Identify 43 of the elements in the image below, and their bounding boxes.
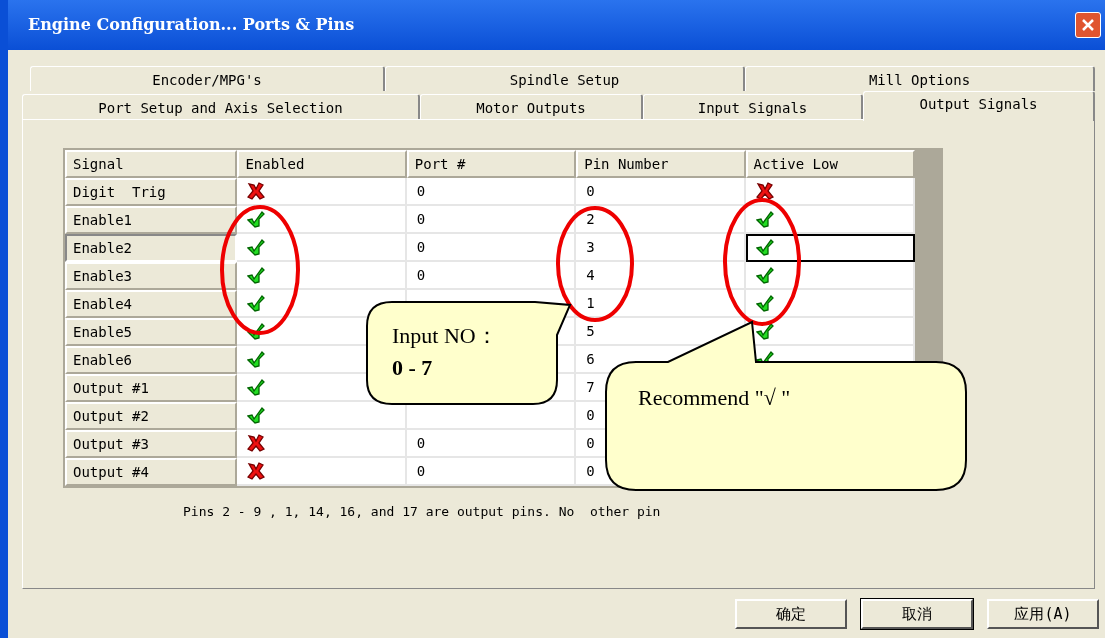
row-header[interactable]: Enable3: [65, 262, 238, 290]
tab[interactable]: Input Signals: [643, 94, 863, 119]
table-cell: 3: [576, 234, 746, 262]
table-cell: 0: [406, 234, 577, 262]
table-cell: 2: [576, 206, 746, 234]
row-header[interactable]: Enable2: [65, 234, 238, 262]
column-header[interactable]: Signal: [65, 150, 238, 178]
tab[interactable]: Port Setup and Axis Selection: [22, 94, 420, 119]
tab[interactable]: Spindle Setup: [385, 66, 745, 91]
row-header[interactable]: Output #4: [65, 458, 238, 486]
row-header[interactable]: Enable6: [65, 346, 238, 374]
table-cell: 0: [406, 206, 577, 234]
table-cell: 4: [576, 262, 746, 290]
tab[interactable]: Encoder/MPG's: [30, 66, 385, 91]
note-text: Pins 2 - 9 , 1, 14, 16, and 17 are output pins. No other pin: [183, 503, 662, 521]
tab[interactable]: Motor Outputs: [420, 94, 643, 119]
dialog-button[interactable]: 应用(A): [987, 599, 1099, 629]
tab[interactable]: Mill Options: [745, 66, 1095, 91]
row-header[interactable]: Enable5: [65, 318, 238, 346]
callout-text: 0 - 7: [392, 354, 434, 382]
row-header[interactable]: Digit Trig: [65, 178, 238, 206]
column-header[interactable]: Active Low: [745, 150, 915, 178]
row-header[interactable]: Output #3: [65, 430, 238, 458]
close-button[interactable]: [1075, 12, 1101, 38]
column-header[interactable]: Port #: [406, 150, 577, 178]
row-header[interactable]: Enable4: [65, 290, 238, 318]
table-cell: 0: [576, 178, 746, 206]
table-cell: 1: [576, 290, 746, 318]
dialog-button[interactable]: 确定: [735, 599, 847, 629]
column-header[interactable]: Pin Number: [576, 150, 746, 178]
dialog-button[interactable]: 取消: [861, 599, 973, 629]
table-cell: 0: [406, 458, 577, 486]
tab[interactable]: Output Signals: [863, 91, 1095, 121]
column-header[interactable]: Enabled: [237, 150, 407, 178]
row-header[interactable]: Output #1: [65, 374, 238, 402]
table-cell: 0: [406, 430, 577, 458]
callout-text: Input NO：: [392, 322, 498, 350]
row-header[interactable]: Output #2: [65, 402, 238, 430]
table-cell: 0: [406, 178, 577, 206]
table-cell: 0: [406, 262, 577, 290]
window-title: Engine Configuration... Ports & Pins: [28, 14, 355, 36]
close-icon: [1081, 18, 1095, 32]
row-header[interactable]: Enable1: [65, 206, 238, 234]
